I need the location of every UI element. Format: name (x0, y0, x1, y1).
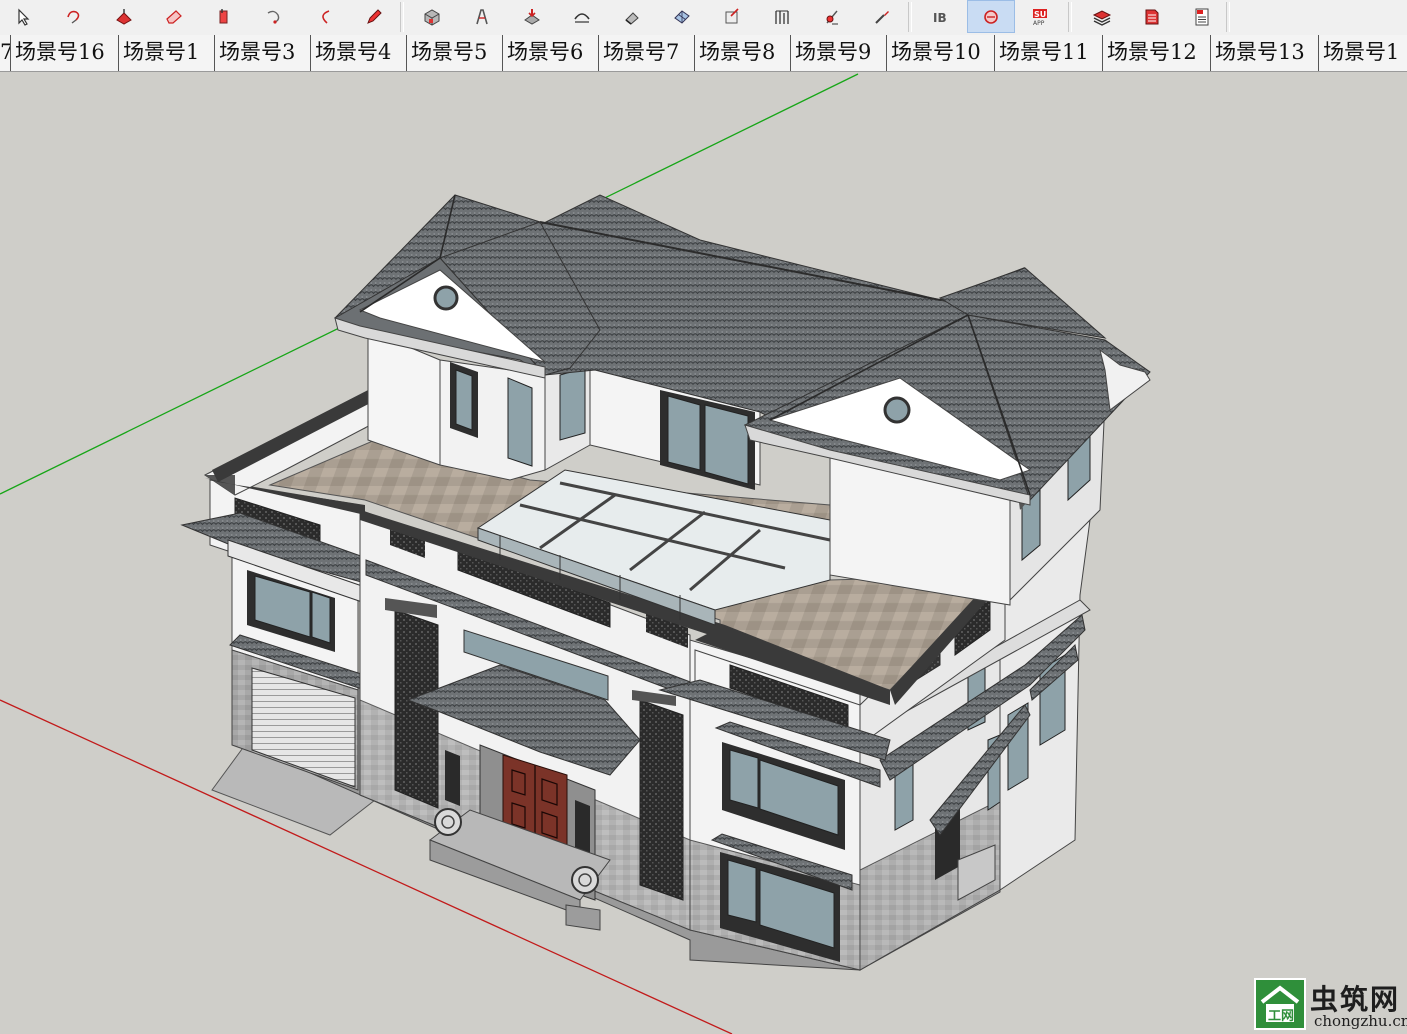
scene-tab[interactable]: 场景号12 (1102, 35, 1201, 71)
toolbar-separator (1226, 2, 1230, 32)
report-icon[interactable] (1180, 0, 1224, 33)
svg-text:IB: IB (933, 11, 947, 25)
lasso-icon[interactable] (52, 0, 96, 33)
svg-text:SU: SU (1034, 10, 1046, 19)
watermark: 工网 虫筑网 chongzhu.cn (1254, 978, 1407, 1032)
paint-brush-icon[interactable] (860, 0, 904, 33)
followme-icon[interactable] (460, 0, 504, 33)
extension-active-icon[interactable] (967, 0, 1015, 33)
extension-b-icon[interactable]: IB (918, 0, 962, 33)
scene-tab[interactable]: 场景号3 (214, 35, 300, 71)
villa-model[interactable] (180, 194, 1151, 971)
scene-tab[interactable]: 场景号1 (118, 35, 204, 71)
select-icon[interactable] (2, 0, 46, 33)
arc-icon[interactable] (302, 0, 346, 33)
walls-icon[interactable] (760, 0, 804, 33)
watermark-logo-text: 工网 (1268, 1009, 1294, 1024)
scene-tab-bar: 7 场景号16 场景号1 场景号3 场景号4 场景号5 场景号6 场景号7 场景… (0, 35, 1407, 72)
tape-icon[interactable] (810, 0, 854, 33)
scene-tab[interactable]: 场景号1 (1318, 35, 1404, 71)
model-viewport[interactable]: 工网 虫筑网 chongzhu.cn (0, 72, 1407, 1034)
paint-icon[interactable] (202, 0, 246, 33)
layers-icon[interactable] (1080, 0, 1124, 33)
pushpull-icon[interactable] (102, 0, 146, 33)
scene-tab[interactable]: 场景号10 (886, 35, 985, 71)
layer-book-icon[interactable] (1130, 0, 1174, 33)
model-canvas[interactable] (0, 72, 1407, 1034)
eraser2-icon[interactable] (610, 0, 654, 33)
scene-tab[interactable]: 场景号8 (694, 35, 780, 71)
scene-tab[interactable]: 场景号13 (1210, 35, 1309, 71)
svg-text:APP: APP (1033, 20, 1045, 27)
scene-tab[interactable]: 场景号5 (406, 35, 492, 71)
toolbar-separator (400, 2, 404, 32)
scene-tab[interactable]: 场景号11 (994, 35, 1093, 71)
watermark-domain: chongzhu.cn (1314, 1012, 1407, 1030)
eraser-icon[interactable] (152, 0, 196, 33)
toolbar-separator (908, 2, 912, 32)
watermark-logo: 工网 (1254, 978, 1306, 1030)
main-toolbar: IB SU APP (0, 0, 1407, 36)
offset-icon[interactable] (510, 0, 554, 33)
scene-tab[interactable]: 场景号9 (790, 35, 876, 71)
toolbar-separator (1068, 2, 1072, 32)
pencil-icon[interactable] (352, 0, 396, 33)
component-icon[interactable] (660, 0, 704, 33)
box-icon[interactable] (410, 0, 454, 33)
scene-tab[interactable]: 场景号16 (10, 35, 109, 71)
extension-su-icon[interactable]: SU APP (1018, 0, 1062, 33)
arch-icon[interactable] (560, 0, 604, 33)
scene-tab[interactable]: 场景号7 (598, 35, 684, 71)
scene-tab[interactable]: 场景号4 (310, 35, 396, 71)
scene-tab[interactable]: 场景号6 (502, 35, 588, 71)
rotate-icon[interactable] (252, 0, 296, 33)
scale-icon[interactable] (710, 0, 754, 33)
